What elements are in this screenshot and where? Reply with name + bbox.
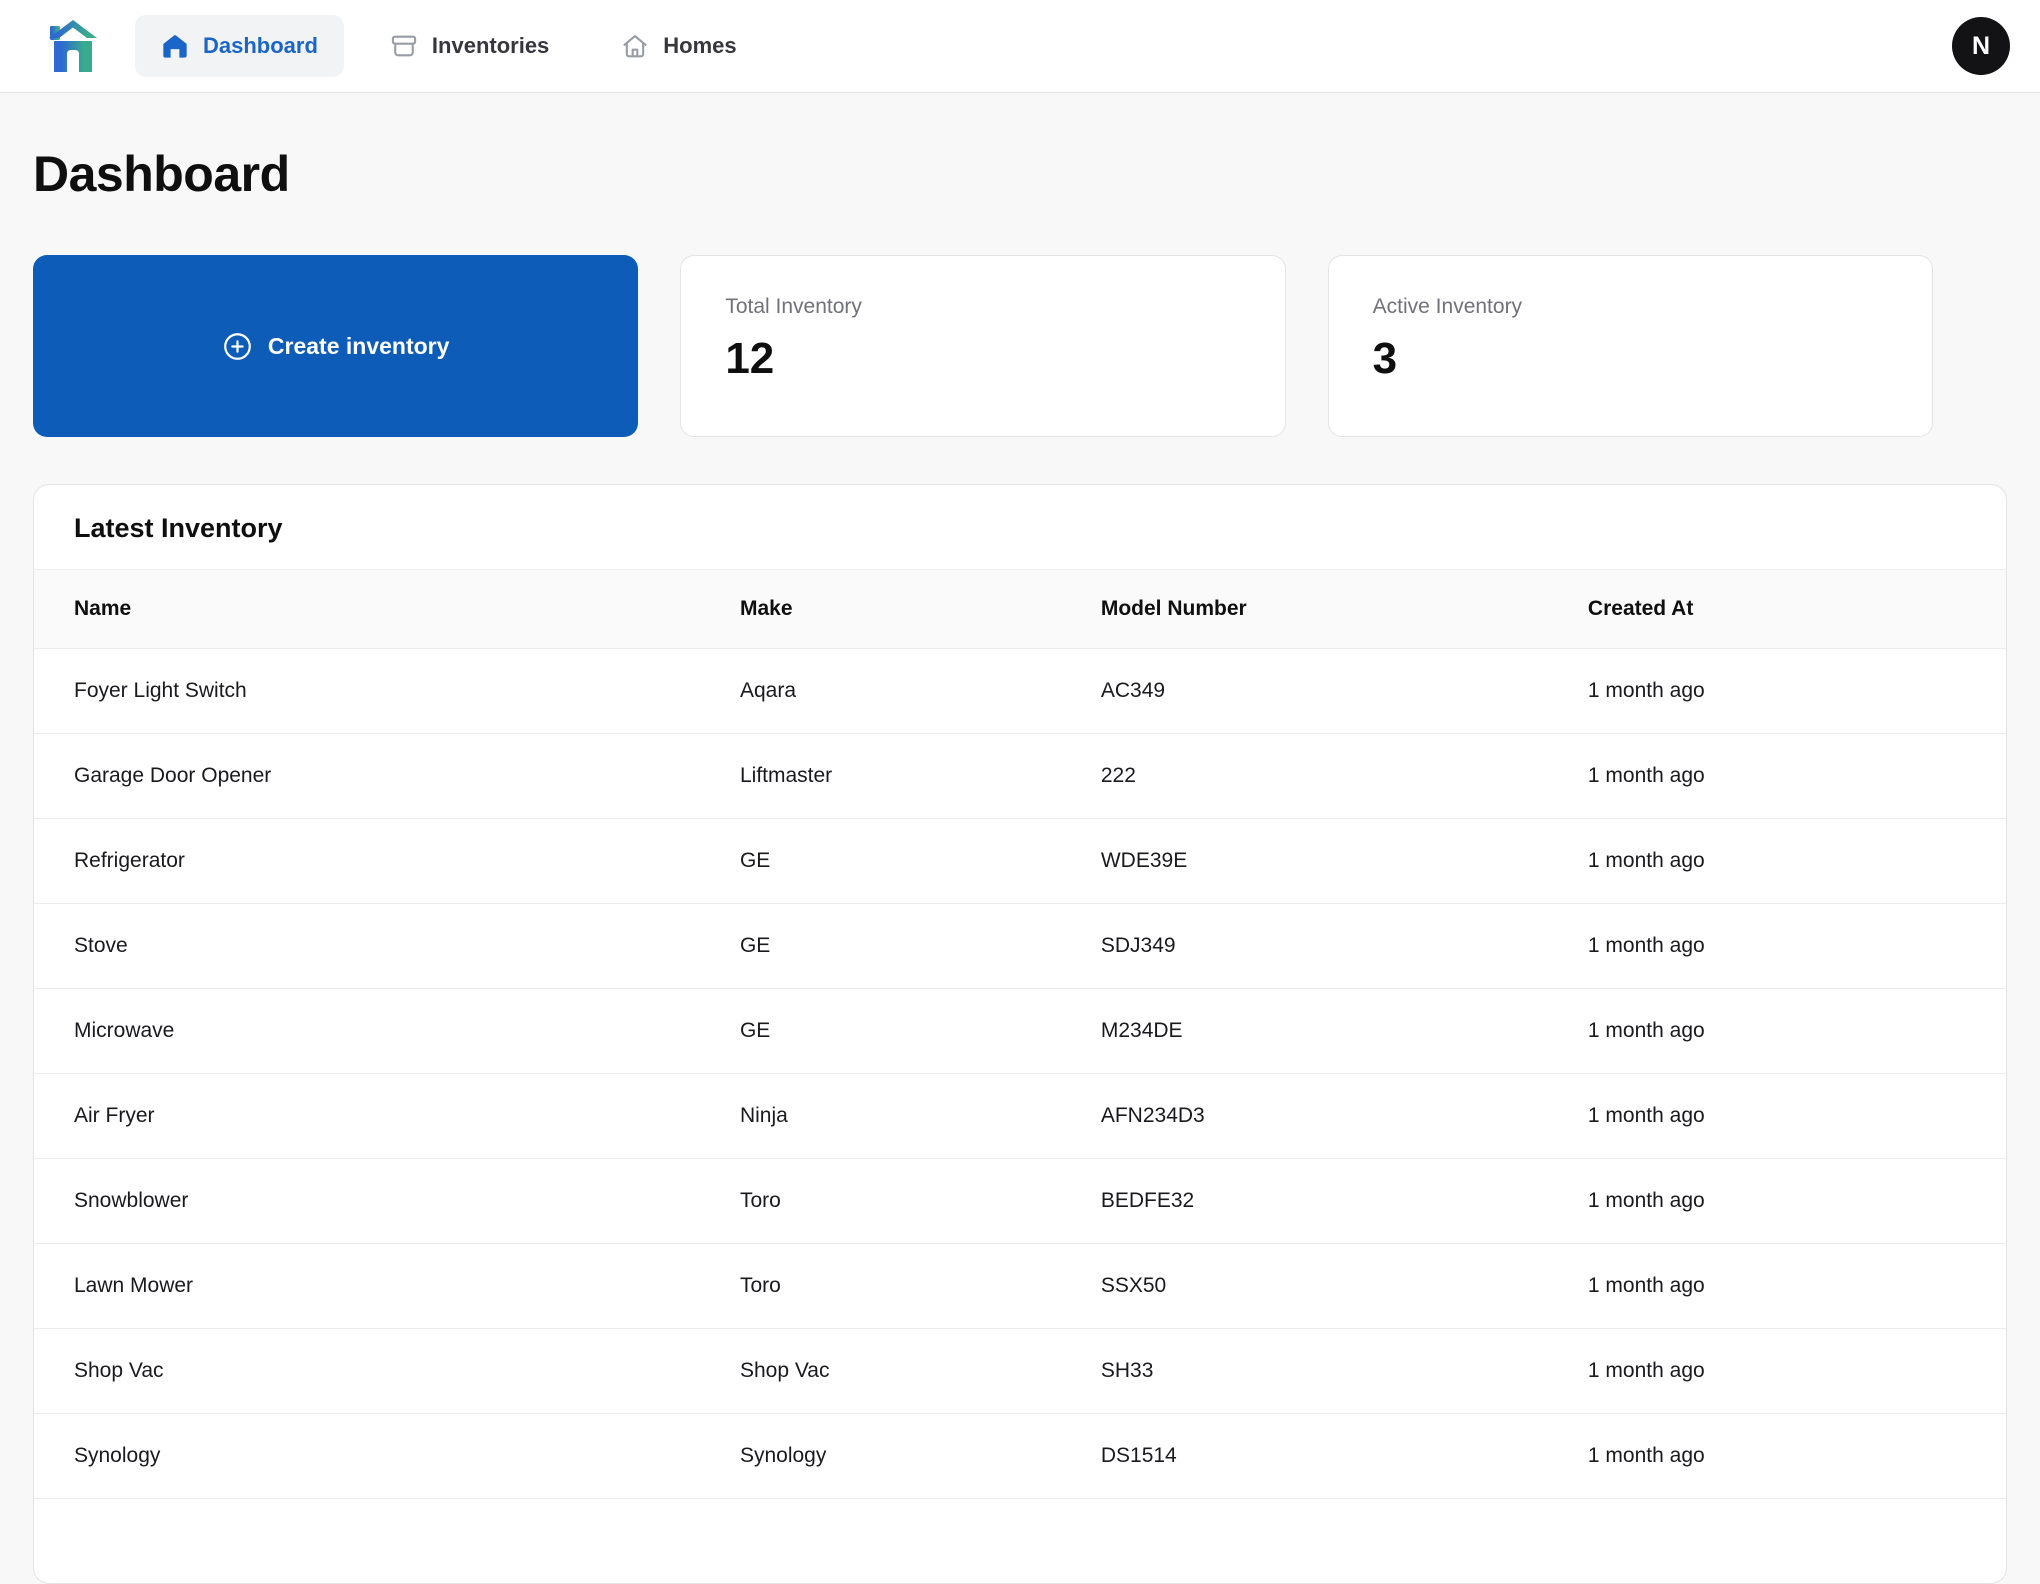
table-cell-created-at: 1 month ago	[1588, 649, 2006, 734]
table-cell-name: Foyer Light Switch	[34, 649, 740, 734]
table-cell-model-number: AFN234D3	[1101, 1074, 1588, 1159]
table-cell-created-at: 1 month ago	[1588, 989, 2006, 1074]
column-header-name: Name	[34, 570, 740, 649]
stat-label: Total Inventory	[725, 293, 1240, 320]
table-cell-model-number: SDJ349	[1101, 904, 1588, 989]
nav-item-label: Dashboard	[203, 33, 318, 59]
table-cell-model-number: M234DE	[1101, 989, 1588, 1074]
table-cell-name: Garage Door Opener	[34, 734, 740, 819]
circle-plus-icon	[222, 331, 253, 362]
table-row: Garage Door OpenerLiftmaster2221 month a…	[34, 734, 2006, 819]
table-row: RefrigeratorGEWDE39E1 month ago	[34, 819, 2006, 904]
inventory-box-icon	[390, 32, 418, 60]
table-cell-created-at: 1 month ago	[1588, 904, 2006, 989]
table-cell-make: Synology	[740, 1414, 1101, 1499]
table-cell-make: Shop Vac	[740, 1329, 1101, 1414]
nav-item-dashboard[interactable]: Dashboard	[135, 15, 344, 77]
table-cell-name: Refrigerator	[34, 819, 740, 904]
table-cell-make: GE	[740, 904, 1101, 989]
nav-item-homes[interactable]: Homes	[595, 15, 762, 77]
top-nav: Dashboard Inventories Homes N	[0, 0, 2040, 93]
latest-inventory-table: Name Make Model Number Created At Foyer …	[34, 569, 2006, 1499]
table-cell-created-at: 1 month ago	[1588, 819, 2006, 904]
table-cell-name: Shop Vac	[34, 1329, 740, 1414]
table-cell-make: Liftmaster	[740, 734, 1101, 819]
table-cell-created-at: 1 month ago	[1588, 1244, 2006, 1329]
summary-cards-row: Create inventory Total Inventory 12 Acti…	[33, 255, 1933, 437]
user-avatar[interactable]: N	[1952, 17, 2010, 75]
table-cell-created-at: 1 month ago	[1588, 1074, 2006, 1159]
column-header-created-at: Created At	[1588, 570, 2006, 649]
active-inventory-card: Active Inventory 3	[1328, 255, 1933, 437]
avatar-initial: N	[1972, 32, 1990, 61]
table-cell-name: Lawn Mower	[34, 1244, 740, 1329]
table-cell-name: Stove	[34, 904, 740, 989]
table-cell-model-number: 222	[1101, 734, 1588, 819]
nav-item-label: Homes	[663, 33, 736, 59]
table-row: StoveGESDJ3491 month ago	[34, 904, 2006, 989]
table-cell-model-number: AC349	[1101, 649, 1588, 734]
latest-inventory-title: Latest Inventory	[34, 485, 2006, 569]
table-cell-model-number: WDE39E	[1101, 819, 1588, 904]
inventory-table-body: Foyer Light SwitchAqaraAC3491 month agoG…	[34, 649, 2006, 1499]
latest-inventory-card: Latest Inventory Name Make Model Number …	[33, 484, 2007, 1584]
table-cell-name: Microwave	[34, 989, 740, 1074]
nav-item-inventories[interactable]: Inventories	[364, 15, 575, 77]
total-inventory-card: Total Inventory 12	[680, 255, 1285, 437]
create-inventory-label: Create inventory	[268, 333, 450, 360]
table-cell-name: Synology	[34, 1414, 740, 1499]
column-header-model-number: Model Number	[1101, 570, 1588, 649]
table-cell-model-number: DS1514	[1101, 1414, 1588, 1499]
table-cell-model-number: SH33	[1101, 1329, 1588, 1414]
column-header-make: Make	[740, 570, 1101, 649]
table-cell-make: Toro	[740, 1159, 1101, 1244]
dashboard-page: Dashboard Create inventory Total Invento…	[0, 145, 2040, 1584]
table-cell-make: Toro	[740, 1244, 1101, 1329]
table-cell-model-number: BEDFE32	[1101, 1159, 1588, 1244]
main-nav: Dashboard Inventories Homes	[135, 15, 1952, 77]
page-title: Dashboard	[33, 145, 2007, 203]
table-cell-model-number: SSX50	[1101, 1244, 1588, 1329]
stat-label: Active Inventory	[1373, 293, 1888, 320]
table-cell-name: Snowblower	[34, 1159, 740, 1244]
table-row: Foyer Light SwitchAqaraAC3491 month ago	[34, 649, 2006, 734]
homes-house-icon	[621, 32, 649, 60]
stat-value: 12	[725, 335, 1240, 383]
table-row: SnowblowerToroBEDFE321 month ago	[34, 1159, 2006, 1244]
table-row: SynologySynologyDS15141 month ago	[34, 1414, 2006, 1499]
app-logo-icon	[47, 18, 99, 74]
table-header-row: Name Make Model Number Created At	[34, 570, 2006, 649]
table-cell-make: GE	[740, 819, 1101, 904]
table-cell-created-at: 1 month ago	[1588, 734, 2006, 819]
stat-value: 3	[1373, 335, 1888, 383]
table-row: Lawn MowerToroSSX501 month ago	[34, 1244, 2006, 1329]
table-row: MicrowaveGEM234DE1 month ago	[34, 989, 2006, 1074]
table-row: Shop VacShop VacSH331 month ago	[34, 1329, 2006, 1414]
nav-item-label: Inventories	[432, 33, 549, 59]
dashboard-home-icon	[161, 32, 189, 60]
table-cell-make: GE	[740, 989, 1101, 1074]
table-row: Air FryerNinjaAFN234D31 month ago	[34, 1074, 2006, 1159]
table-cell-created-at: 1 month ago	[1588, 1329, 2006, 1414]
table-cell-created-at: 1 month ago	[1588, 1414, 2006, 1499]
table-cell-make: Aqara	[740, 649, 1101, 734]
create-inventory-button[interactable]: Create inventory	[33, 255, 638, 437]
table-cell-make: Ninja	[740, 1074, 1101, 1159]
table-cell-created-at: 1 month ago	[1588, 1159, 2006, 1244]
table-cell-name: Air Fryer	[34, 1074, 740, 1159]
